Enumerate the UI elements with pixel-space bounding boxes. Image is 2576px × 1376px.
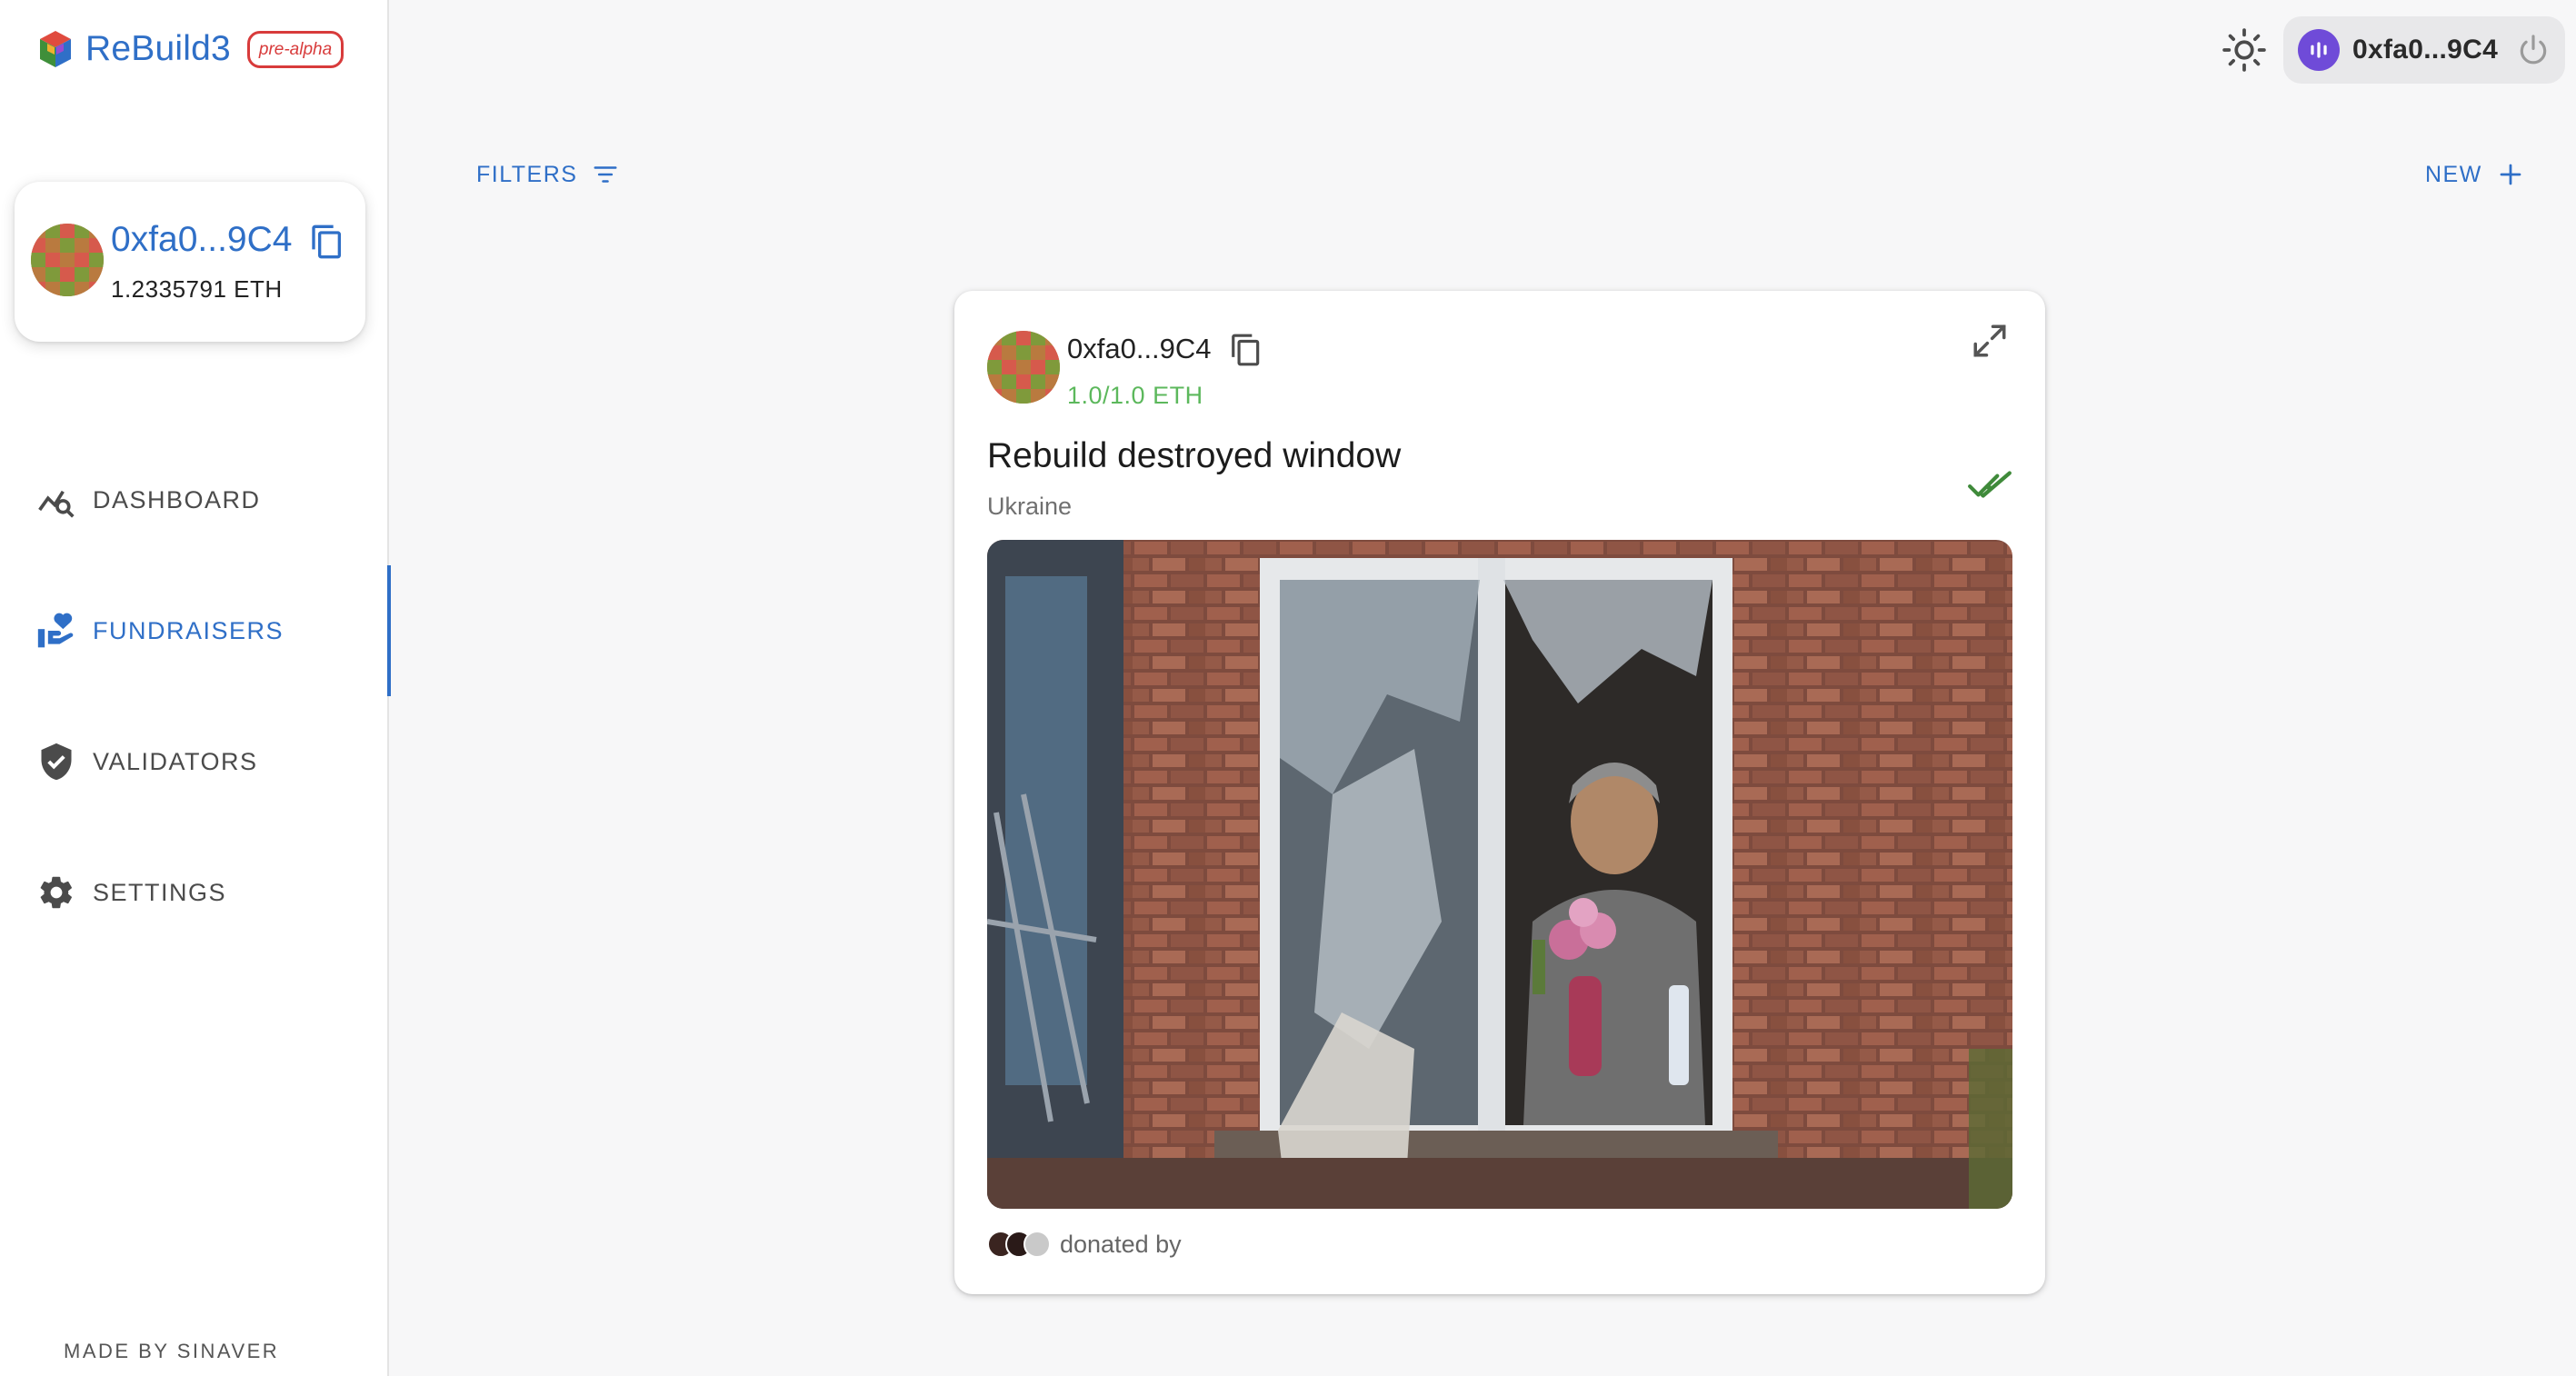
fundraiser-card[interactable]: 0xfa0...9C4 1.0/1.0 ETH Rebuild destroye…: [954, 291, 2045, 1294]
power-icon[interactable]: [2516, 33, 2551, 67]
expand-icon[interactable]: [1971, 322, 2009, 360]
wallet-card: 0xfa0...9C4 1.2335791 ETH: [15, 182, 365, 342]
copy-icon[interactable]: [309, 222, 345, 262]
avatar: [31, 224, 104, 296]
donor-avatar: [1023, 1231, 1051, 1258]
sidebar-item-settings[interactable]: SETTINGS: [0, 827, 389, 958]
account-address: 0xfa0...9C4: [2352, 35, 2499, 65]
sidebar-item-dashboard[interactable]: DASHBOARD: [0, 434, 389, 565]
chart-search-icon: [38, 490, 75, 518]
account-button[interactable]: 0xfa0...9C4: [2283, 16, 2565, 84]
fundraiser-location: Ukraine: [987, 493, 1073, 520]
sun-icon[interactable]: [2222, 27, 2267, 73]
double-check-icon: [1968, 471, 2012, 498]
avatar: [987, 331, 1060, 404]
app-name: ReBuild3: [85, 29, 231, 68]
donated-by-label: donated by: [1060, 1230, 1182, 1258]
sidebar-nav: DASHBOARD FUNDRAISERS VALIDATORS SETTING…: [0, 434, 391, 958]
filter-icon: [594, 166, 617, 183]
sidebar-item-label: FUNDRAISERS: [93, 616, 285, 644]
sidebar: ReBuild3 pre-alpha 0xfa0...9C4 1.2335791…: [0, 0, 391, 1376]
fundraiser-owner: 0xfa0...9C4: [1067, 333, 1212, 364]
pre-alpha-badge: pre-alpha: [246, 30, 344, 68]
fundraiser-title: Rebuild destroyed window: [987, 436, 1402, 475]
fundraiser-progress: 1.0/1.0 ETH: [1067, 382, 1203, 409]
made-by-credit[interactable]: MADE BY SINAVER: [64, 1340, 279, 1363]
sidebar-item-fundraisers[interactable]: FUNDRAISERS: [0, 565, 391, 696]
new-label: NEW: [2425, 161, 2482, 187]
hand-heart-icon: [37, 613, 74, 648]
shield-check-icon: [41, 743, 72, 781]
plus-icon: [2500, 164, 2521, 185]
sidebar-item-label: DASHBOARD: [93, 485, 261, 514]
new-fundraiser-button[interactable]: NEW: [2425, 156, 2524, 193]
sidebar-item-label: SETTINGS: [93, 878, 227, 906]
wallet-address[interactable]: 0xfa0...9C4: [111, 220, 292, 260]
copy-icon[interactable]: [1229, 331, 1263, 369]
sidebar-item-validators[interactable]: VALIDATORS: [0, 696, 389, 827]
fundraiser-photo: [987, 540, 2012, 1209]
wallet-connect-icon: [2298, 29, 2340, 71]
donors-row[interactable]: donated by: [987, 1223, 1182, 1265]
filters-label: FILTERS: [476, 161, 578, 187]
gear-icon: [40, 876, 72, 909]
filters-button[interactable]: FILTERS: [476, 156, 619, 193]
cube-logo-icon: [40, 31, 71, 67]
app-logo[interactable]: ReBuild3 pre-alpha: [36, 25, 344, 73]
sidebar-item-label: VALIDATORS: [93, 747, 258, 775]
wallet-balance: 1.2335791 ETH: [111, 275, 283, 303]
